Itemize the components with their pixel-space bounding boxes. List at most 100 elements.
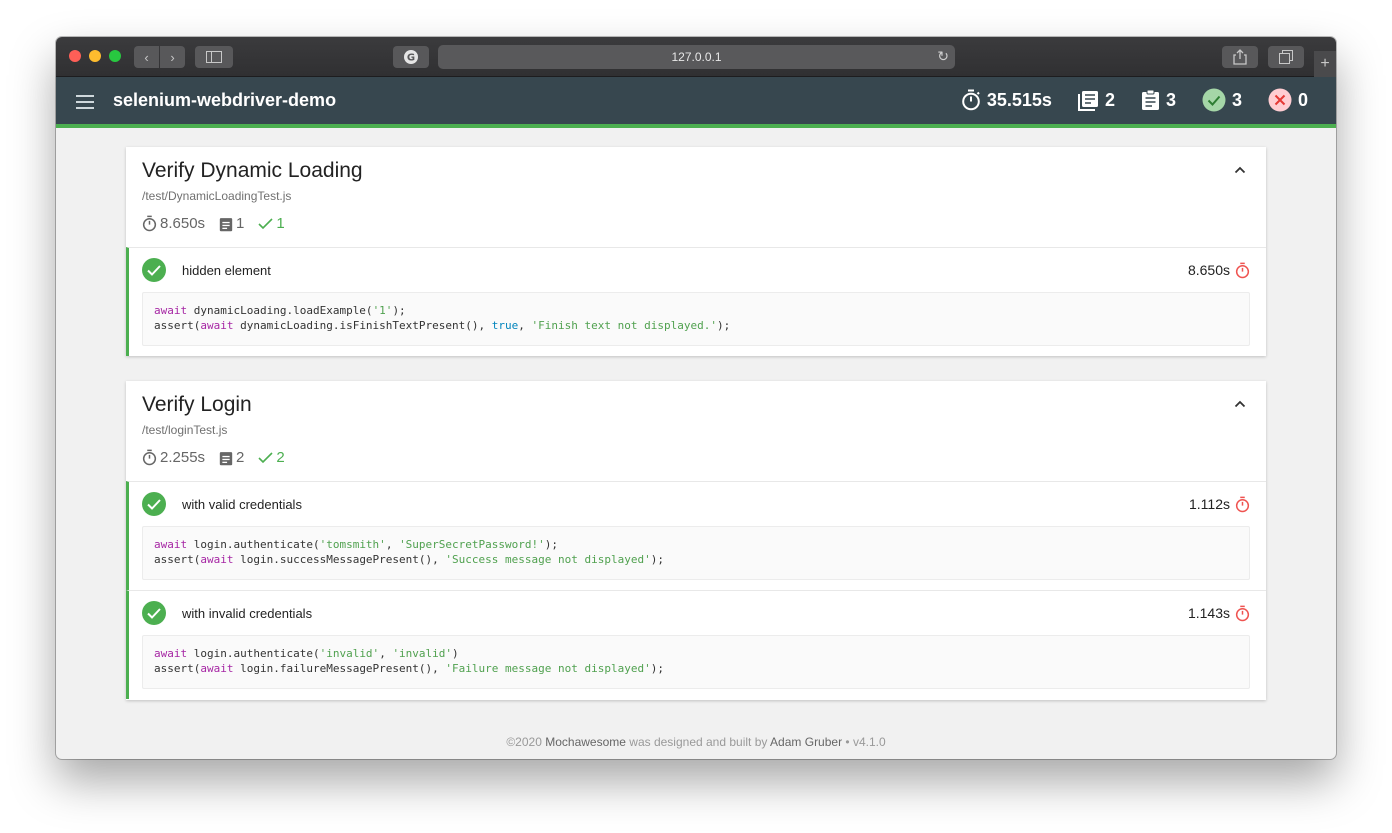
test-header[interactable]: with valid credentials 1.112s <box>142 482 1250 526</box>
code-token: assert( <box>154 553 201 566</box>
code-token: await <box>200 553 234 566</box>
suite-file: /test/loginTest.js <box>142 423 228 437</box>
code-token: login.successMessagePresent(), <box>233 553 446 566</box>
test-case[interactable]: with invalid credentials 1.143s await lo… <box>126 590 1266 699</box>
stat-tests: 3 <box>1141 89 1176 111</box>
test-duration-value: 1.143s <box>1187 605 1230 621</box>
code-token: ); <box>650 662 664 675</box>
back-button[interactable]: ‹ <box>134 46 159 68</box>
suite-duration: 8.650s <box>142 215 205 232</box>
close-window-button[interactable] <box>69 50 81 62</box>
clipboard-icon <box>219 217 233 231</box>
check-icon <box>258 217 273 229</box>
suite-passed-value: 2 <box>276 449 285 466</box>
svg-text:G: G <box>407 53 415 64</box>
test-code: await login.authenticate('tomsmith', 'Su… <box>142 526 1250 580</box>
footer-version: • v4.1.0 <box>845 735 886 749</box>
extension-button[interactable]: G <box>393 46 429 68</box>
footer-copyright: ©2020 <box>506 735 542 749</box>
test-header[interactable]: hidden element 8.650s <box>142 248 1250 292</box>
stopwatch-icon <box>1235 496 1250 512</box>
clipboard-icon <box>219 451 233 465</box>
code-token: login.authenticate( <box>187 647 320 660</box>
extension-g-icon: G <box>404 50 418 64</box>
address-bar[interactable]: 127.0.0.1 ↻ <box>438 45 955 69</box>
close-circle-icon <box>1268 88 1292 112</box>
suite-header: Verify Dynamic Loading /test/DynamicLoad… <box>126 147 1266 247</box>
code-line: await login.authenticate('tomsmith', 'Su… <box>154 537 1238 552</box>
code-line: assert(await login.successMessagePresent… <box>154 552 1238 567</box>
hamburger-menu-icon[interactable] <box>76 95 94 109</box>
code-token: 'invalid' <box>319 647 380 660</box>
code-token: login.failureMessagePresent(), <box>233 662 446 675</box>
stopwatch-icon <box>142 449 157 466</box>
sidebar-icon <box>206 51 222 63</box>
test-case[interactable]: hidden element 8.650s await dynamicLoadi… <box>126 247 1266 356</box>
report-navbar: selenium-webdriver-demo 35.515s 2 3 3 0 <box>56 77 1336 128</box>
code-line: assert(await dynamicLoading.isFinishText… <box>154 318 1238 333</box>
forward-button[interactable]: › <box>160 46 185 68</box>
stat-suites-value: 2 <box>1104 89 1115 110</box>
chevron-up-icon <box>1234 400 1246 408</box>
code-token: ); <box>650 553 664 566</box>
suite-test-count-value: 1 <box>236 215 245 232</box>
footer-text: was designed and built by <box>629 735 768 749</box>
code-token: ); <box>716 319 731 332</box>
test-duration: 1.112s <box>1189 496 1250 513</box>
stat-tests-value: 3 <box>1165 89 1176 110</box>
stopwatch-icon <box>1235 605 1250 621</box>
suite-passed-count: 1 <box>258 215 285 232</box>
share-button[interactable] <box>1222 46 1258 68</box>
code-line: await login.authenticate('invalid', 'inv… <box>154 646 1238 661</box>
check-circle-icon <box>1202 88 1226 112</box>
new-tab-button[interactable]: + <box>1314 51 1336 77</box>
test-case[interactable]: with valid credentials 1.112s await logi… <box>126 481 1266 590</box>
check-icon <box>258 451 273 463</box>
code-token: await <box>154 538 188 551</box>
collapse-suite-button[interactable] <box>1234 161 1246 177</box>
minimize-window-button[interactable] <box>89 50 101 62</box>
code-token: 'invalid' <box>392 647 453 660</box>
suite-passed-value: 1 <box>276 215 285 232</box>
stat-failed[interactable]: 0 <box>1268 88 1308 112</box>
suite-title: Verify Dynamic Loading <box>142 159 363 182</box>
test-duration-value: 1.112s <box>1189 496 1230 512</box>
passed-check-icon <box>142 258 166 282</box>
library-books-icon <box>1077 90 1098 111</box>
code-token: 'Finish text not displayed.' <box>531 319 717 332</box>
code-token: '1' <box>372 304 393 317</box>
passed-check-icon <box>142 601 166 625</box>
stat-suites: 2 <box>1077 89 1115 111</box>
suite-header: Verify Login /test/loginTest.js 2.255s 2… <box>126 381 1266 481</box>
suite-passed-count: 2 <box>258 449 285 466</box>
code-token: await <box>200 662 234 675</box>
code-token: 'Failure message not displayed' <box>445 662 651 675</box>
show-tabs-button[interactable] <box>1268 46 1304 68</box>
code-token: , <box>518 319 532 332</box>
stat-duration-value: 35.515s <box>986 89 1052 110</box>
collapse-suite-button[interactable] <box>1234 395 1246 411</box>
stat-passed[interactable]: 3 <box>1202 88 1242 112</box>
code-token: await <box>154 647 188 660</box>
suite-duration: 2.255s <box>142 449 205 466</box>
suite-test-count: 1 <box>219 215 244 232</box>
test-duration: 1.143s <box>1188 605 1250 622</box>
footer-author-link[interactable]: Adam Gruber <box>770 735 842 749</box>
code-token: assert( <box>154 662 201 675</box>
test-code: await dynamicLoading.loadExample('1'); as… <box>142 292 1250 346</box>
zoom-window-button[interactable] <box>109 50 121 62</box>
reload-icon[interactable]: ↻ <box>937 48 949 65</box>
code-token: 'tomsmith' <box>319 538 386 551</box>
sidebar-toggle-button[interactable] <box>195 46 233 68</box>
suite-meta: 2.255s 2 2 <box>142 449 1250 466</box>
test-code: await login.authenticate('invalid', 'inv… <box>142 635 1250 689</box>
code-token: login.authenticate( <box>187 538 320 551</box>
test-header[interactable]: with invalid credentials 1.143s <box>142 591 1250 635</box>
suite-test-count: 2 <box>219 449 244 466</box>
test-title: hidden element <box>182 262 271 278</box>
code-token: dynamicLoading.isFinishTextPresent(), <box>233 319 492 332</box>
code-line: assert(await login.failureMessagePresent… <box>154 661 1238 676</box>
report-title: selenium-webdriver-demo <box>113 90 337 110</box>
code-token: , <box>385 538 400 551</box>
footer-brand-link[interactable]: Mochawesome <box>545 735 626 749</box>
